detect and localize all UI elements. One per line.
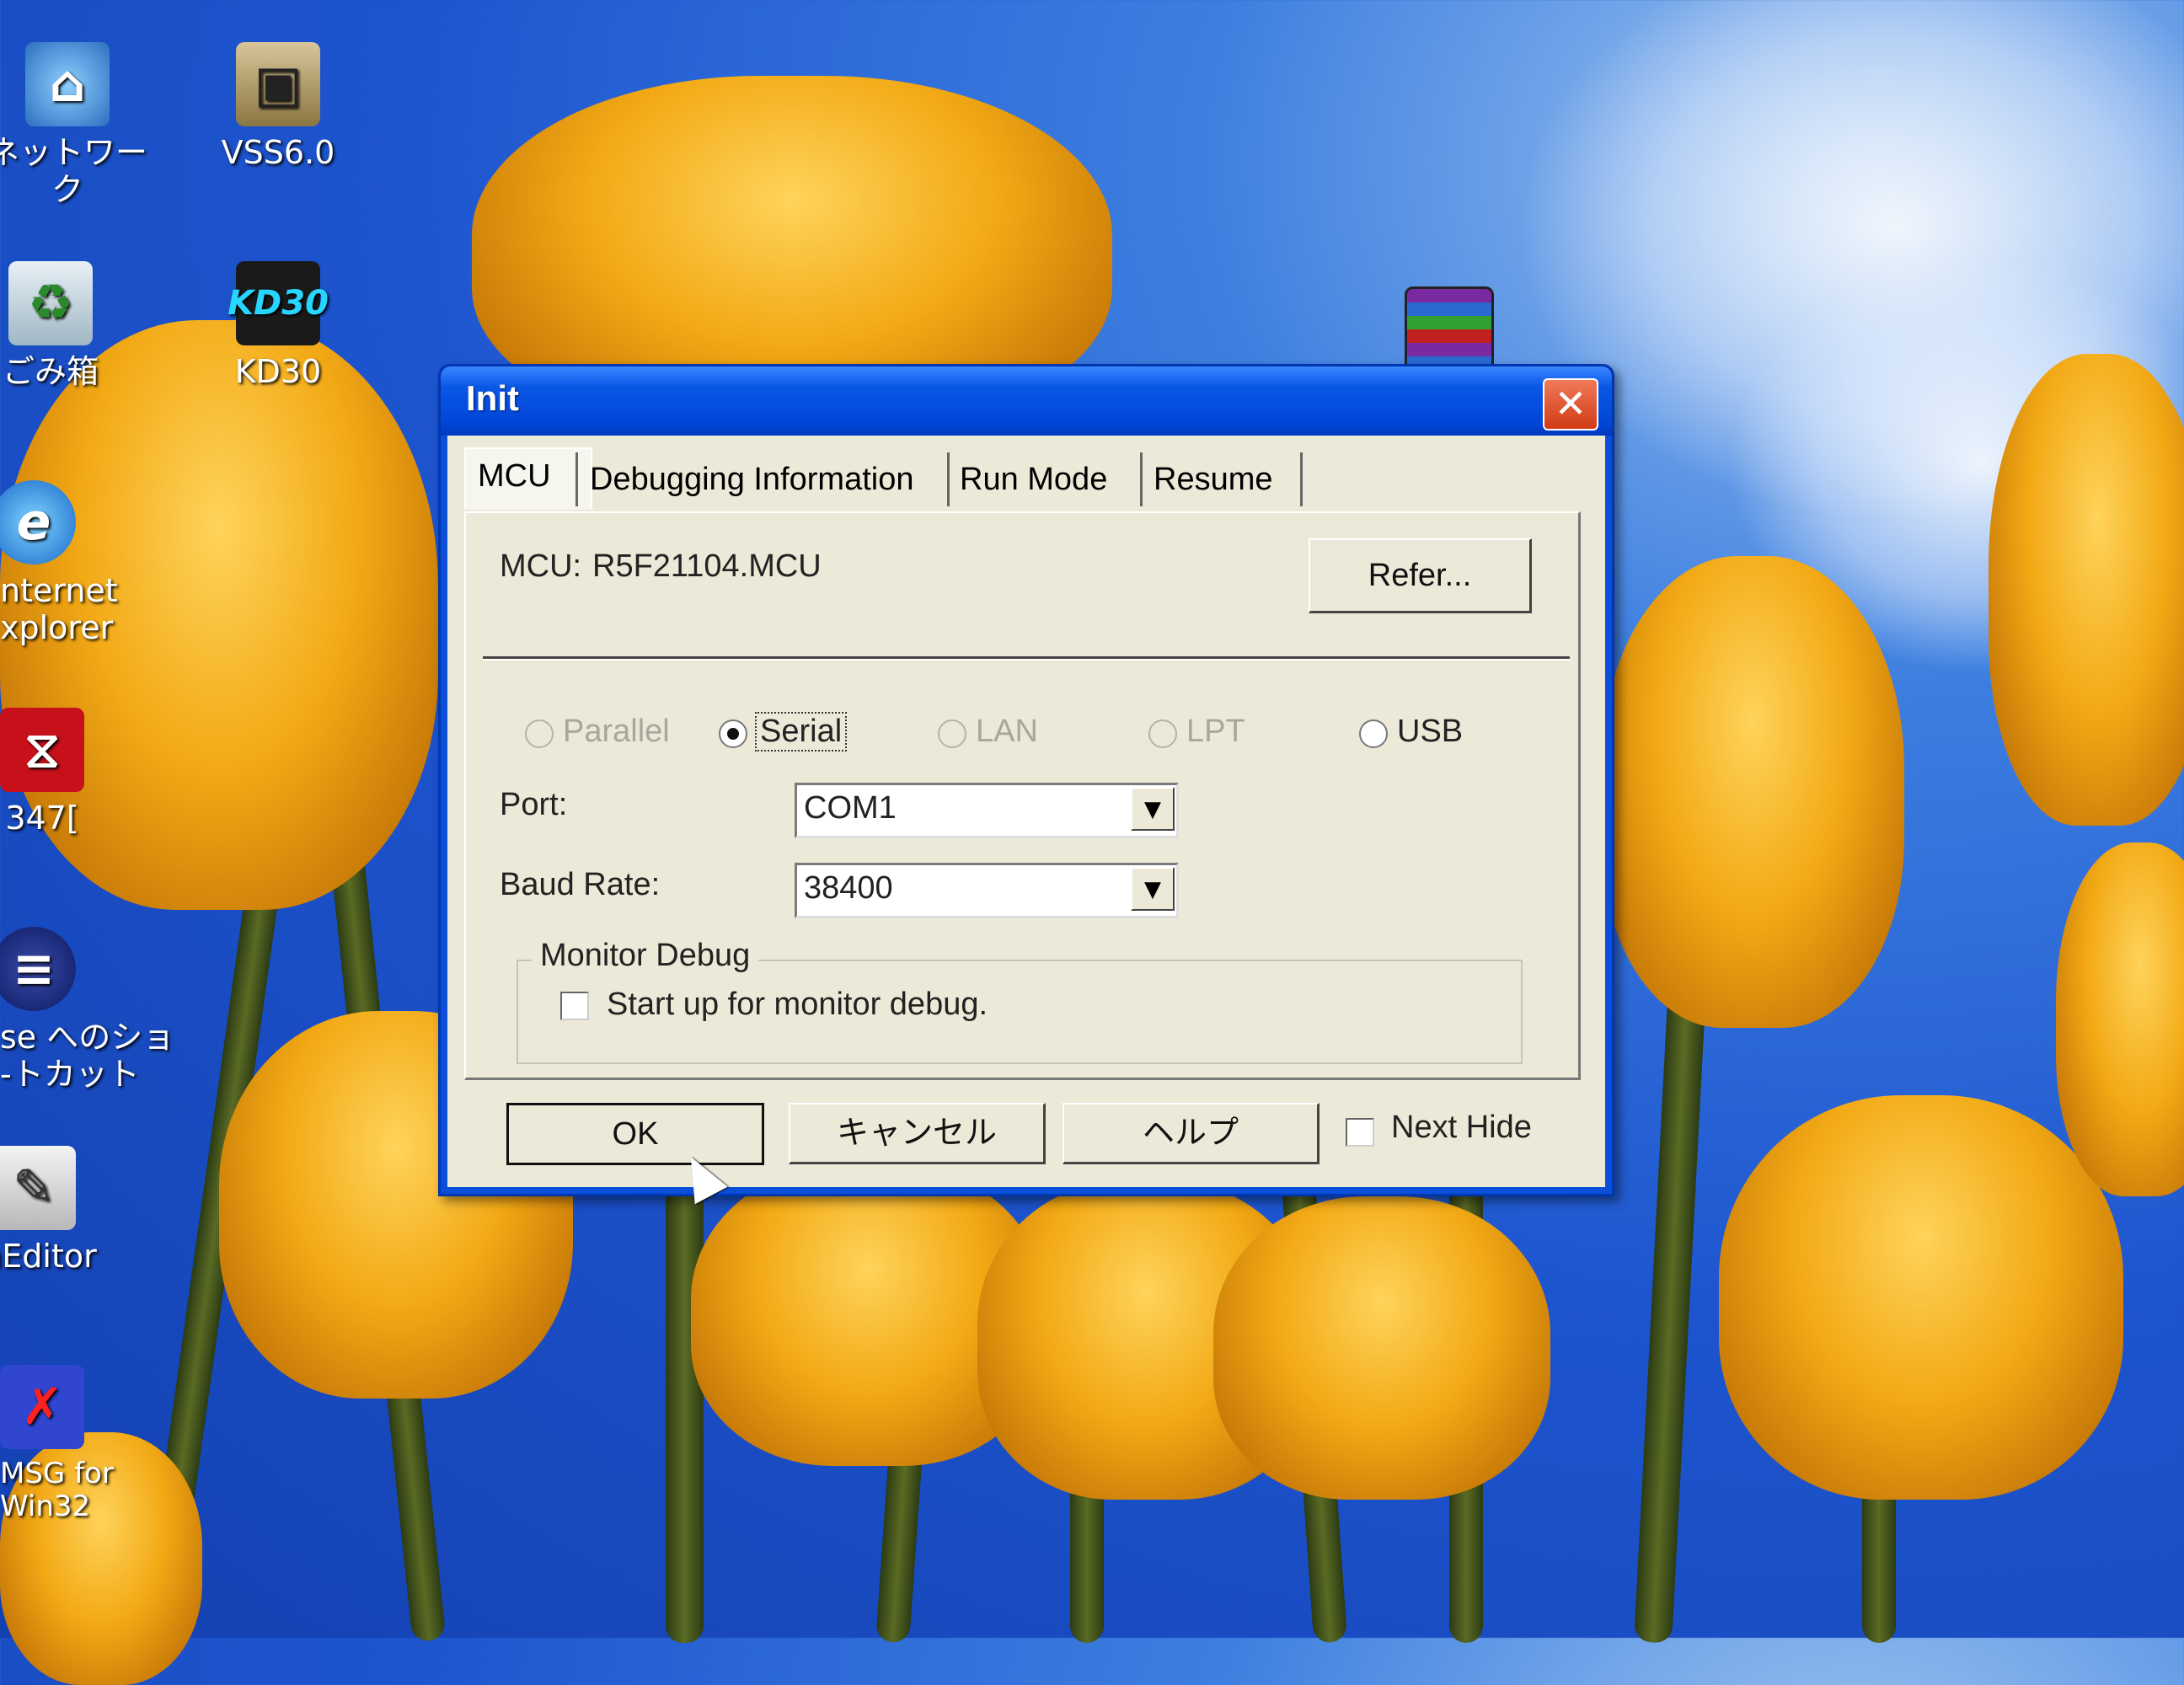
pdf-icon: ⧖ xyxy=(0,708,84,792)
mcu-value: R5F21104.MCU xyxy=(592,548,822,584)
tab-resume[interactable]: Resume xyxy=(1142,452,1303,506)
desktop-icon-msg[interactable]: ✗ MSG for Win32 xyxy=(0,1365,126,1523)
dialog-titlebar[interactable]: Init ✕ xyxy=(441,366,1612,436)
tab-run-mode[interactable]: Run Mode xyxy=(948,452,1143,506)
radio-lpt[interactable] xyxy=(1148,719,1177,748)
desktop-icon-meditor[interactable]: ✎ mEditor xyxy=(0,1146,118,1276)
shortcut-icon: ≡ xyxy=(0,927,76,1011)
recycle-bin-icon: ♻ xyxy=(8,261,93,345)
kd30-icon: KD30 xyxy=(228,261,329,345)
desktop-icon-vss[interactable]: ▣ VSS6.0 xyxy=(194,42,362,172)
next-hide-label: Next Hide xyxy=(1391,1110,1532,1145)
tab-mcu[interactable]: MCU xyxy=(464,447,592,510)
desktop-icon-internet-explorer[interactable]: e nternet xplorer xyxy=(0,480,118,646)
monitor-debug-group: Monitor Debug Start up for monitor debug… xyxy=(517,938,1523,1064)
radio-serial-label: Serial xyxy=(754,712,848,752)
msg-icon: ✗ xyxy=(0,1365,84,1449)
tab-debugging-information[interactable]: Debugging Information xyxy=(575,452,950,506)
desktop-icon-network[interactable]: ⌂ ネットワーク xyxy=(0,42,152,208)
refer-button[interactable]: Refer... xyxy=(1309,538,1532,613)
close-icon: ✕ xyxy=(1554,381,1587,426)
next-hide-checkbox[interactable] xyxy=(1346,1118,1374,1147)
editor-icon: ✎ xyxy=(0,1146,76,1230)
monitor-debug-checkbox[interactable] xyxy=(560,992,589,1020)
winrar-icon xyxy=(1405,286,1494,376)
dialog-title: Init xyxy=(466,378,519,418)
chevron-down-icon[interactable]: ▼ xyxy=(1131,787,1175,831)
port-select[interactable]: COM1 ▼ xyxy=(795,783,1179,838)
init-dialog: Init ✕ MCU Debugging Information Run Mod… xyxy=(438,364,1614,1196)
mcu-separator xyxy=(483,656,1570,661)
radio-parallel-label: Parallel xyxy=(563,714,670,749)
radio-lpt-label: LPT xyxy=(1186,714,1245,749)
radio-lan[interactable] xyxy=(938,719,966,748)
desktop-icon-pdf[interactable]: ⧖ 347[ xyxy=(0,708,126,837)
dialog-client: MCU Debugging Information Run Mode Resum… xyxy=(447,436,1605,1187)
vss-icon: ▣ xyxy=(236,42,320,126)
baud-rate-select[interactable]: 38400 ▼ xyxy=(795,863,1179,918)
chevron-down-icon[interactable]: ▼ xyxy=(1131,867,1175,911)
radio-parallel[interactable] xyxy=(525,719,554,748)
port-label: Port: xyxy=(500,787,568,822)
help-button[interactable]: ヘルプ xyxy=(1063,1103,1320,1164)
mcu-tab-panel: MCU: R5F21104.MCU Refer... Parallel Seri… xyxy=(464,511,1581,1080)
network-icon: ⌂ xyxy=(25,42,110,126)
desktop-icon-shortcut[interactable]: ≡ se へのショ -トカット xyxy=(0,927,174,1093)
radio-usb-label: USB xyxy=(1397,714,1464,749)
baud-rate-select-value: 38400 xyxy=(804,870,893,906)
cancel-button[interactable]: キャンセル xyxy=(789,1103,1046,1164)
ok-button[interactable]: OK xyxy=(506,1103,764,1165)
desktop-icon-recycle-bin[interactable]: ♻ ごみ箱 xyxy=(0,261,135,391)
monitor-debug-group-title: Monitor Debug xyxy=(532,938,759,974)
baud-rate-label: Baud Rate: xyxy=(500,867,661,902)
monitor-debug-checkbox-label: Start up for monitor debug. xyxy=(607,987,988,1022)
desktop-icon-kd30[interactable]: KD30 KD30 xyxy=(194,261,362,391)
radio-serial[interactable] xyxy=(719,719,747,748)
port-select-value: COM1 xyxy=(804,790,897,826)
radio-lan-label: LAN xyxy=(976,714,1038,749)
close-button[interactable]: ✕ xyxy=(1543,378,1598,431)
radio-usb[interactable] xyxy=(1359,719,1388,748)
mcu-label: MCU: xyxy=(500,548,582,584)
internet-explorer-icon: e xyxy=(0,480,76,564)
